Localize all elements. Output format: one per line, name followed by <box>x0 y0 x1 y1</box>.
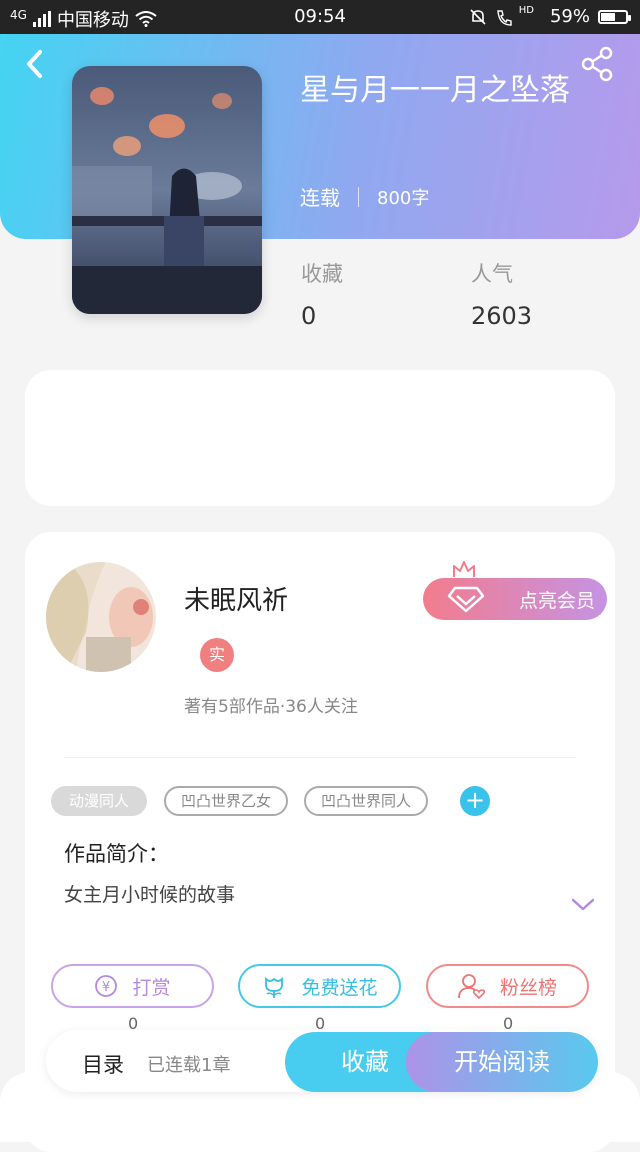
popularity-value: 2603 <box>471 302 533 330</box>
hd-call-icon <box>496 9 512 26</box>
fans-ranking-button[interactable]: 粉丝榜 <box>426 964 589 1008</box>
favorites-value: 0 <box>301 302 317 330</box>
favorites-stat: 收藏 0 <box>301 258 343 330</box>
book-status: 连载 <box>300 186 340 210</box>
fans-ranking-label: 粉丝榜 <box>499 976 557 999</box>
word-count: 800字 <box>377 187 430 209</box>
chevron-down-icon[interactable] <box>570 894 596 914</box>
fan-user-icon <box>458 974 486 999</box>
table-of-contents-button[interactable]: 目录 <box>82 1049 124 1079</box>
send-flower-label: 免费送花 <box>301 976 378 999</box>
author-avatar[interactable] <box>46 562 156 672</box>
tag-chip[interactable]: 凹凸世界乙女 <box>164 786 288 816</box>
reward-label: 打赏 <box>132 976 171 999</box>
mute-bell-icon <box>470 8 486 25</box>
hd-label: HD <box>518 5 534 16</box>
intro-heading: 作品简介： <box>64 842 169 866</box>
crown-icon <box>453 561 475 577</box>
author-stats: 著有5部作品·36人关注 <box>184 697 358 717</box>
flower-icon <box>265 976 284 998</box>
vip-button[interactable]: 点亮会员 <box>423 578 607 620</box>
intro-text: 女主月小时候的故事 <box>64 884 236 906</box>
tag-chip[interactable]: 凹凸世界同人 <box>304 786 428 816</box>
back-arrow-icon[interactable] <box>18 46 54 82</box>
reward-button[interactable]: ¥ 打赏 <box>51 964 214 1008</box>
empty-card <box>25 370 615 506</box>
book-cover[interactable] <box>72 66 262 314</box>
diamond-icon <box>447 586 485 613</box>
send-flower-button[interactable]: 免费送花 <box>238 964 401 1008</box>
battery-percent: 59% <box>549 6 590 27</box>
verified-badge: 实 <box>200 638 234 672</box>
section-divider <box>64 757 576 758</box>
book-meta: 连载 800字 <box>300 182 429 211</box>
meta-separator <box>358 186 359 207</box>
svg-text:¥: ¥ <box>102 980 110 995</box>
start-reading-button[interactable]: 开始阅读 <box>406 1032 598 1092</box>
chapter-count: 已连载1章 <box>147 1055 231 1076</box>
vip-button-label: 点亮会员 <box>519 589 596 612</box>
status-bar: 4G 中国移动 09:54 HD 59% <box>0 0 640 34</box>
book-title: 星与月一一月之坠落 <box>300 73 570 108</box>
favorites-label: 收藏 <box>301 262 343 286</box>
battery-icon <box>598 9 631 24</box>
author-name[interactable]: 未眠风祈 <box>184 580 288 617</box>
yen-coin-icon: ¥ <box>95 975 118 997</box>
popularity-stat: 人气 2603 <box>471 258 532 330</box>
add-tag-button[interactable]: + <box>460 786 490 816</box>
tag-chip[interactable]: 动漫同人 <box>51 786 147 816</box>
popularity-label: 人气 <box>471 262 513 286</box>
